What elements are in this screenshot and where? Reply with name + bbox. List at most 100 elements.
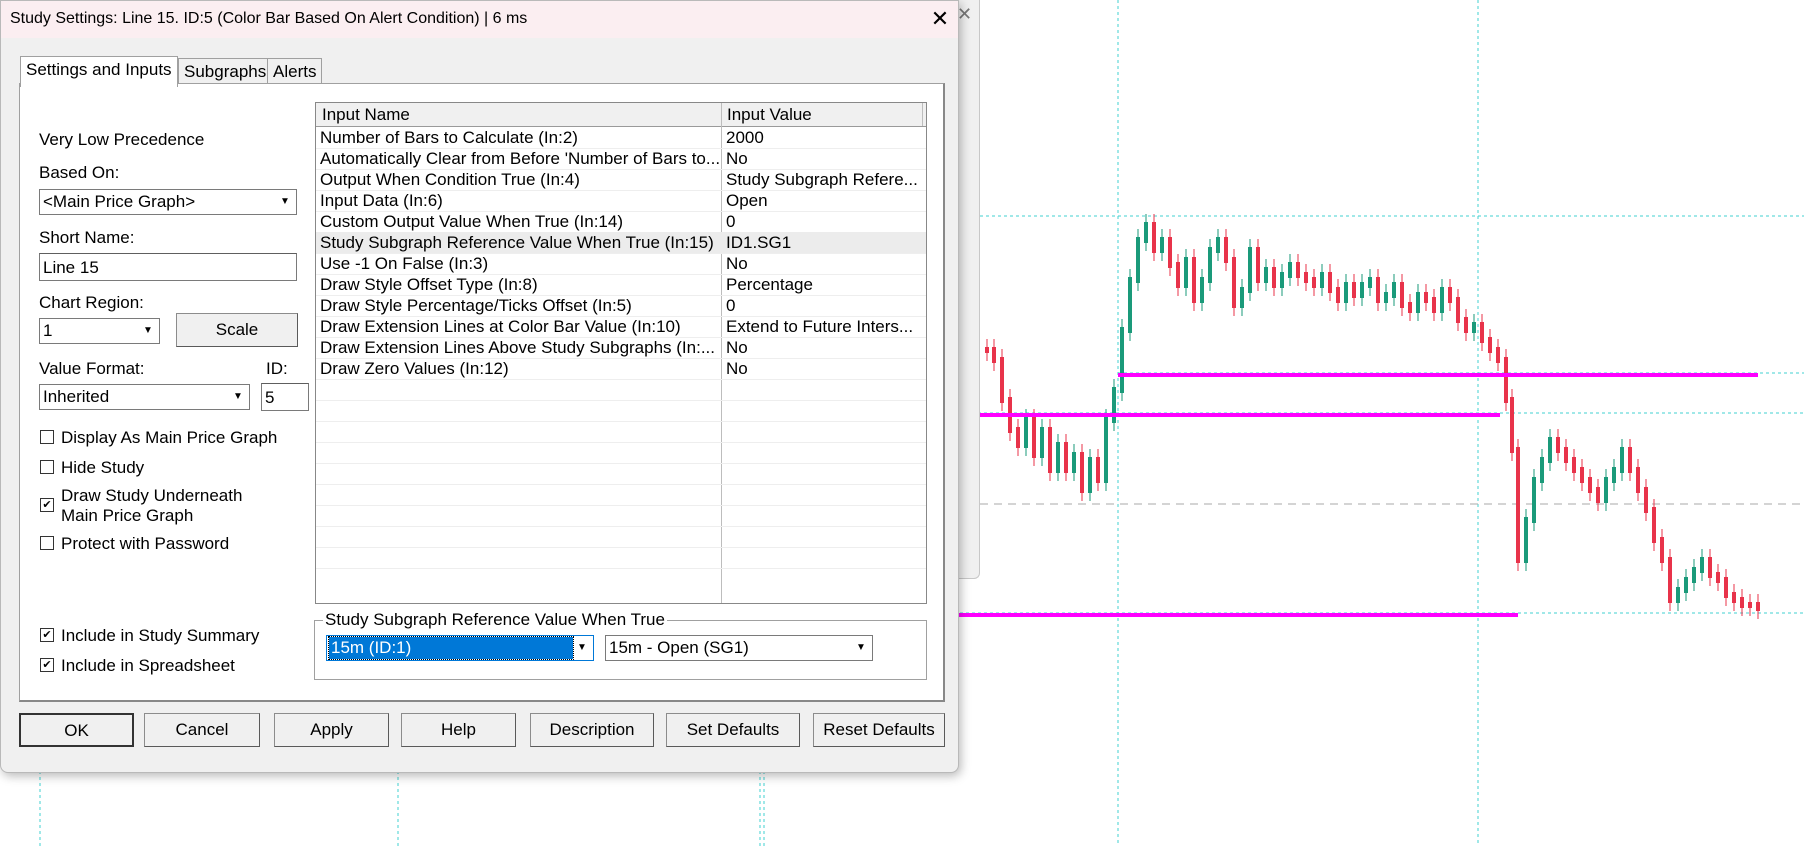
input-value-cell[interactable]: Extend to Future Inters... [726,317,922,337]
include-in-spreadsheet-checkbox[interactable]: ✔ [40,658,54,672]
candle-body [1168,237,1172,268]
candle-body [1120,327,1124,393]
candle-body [1056,442,1060,473]
candle-body [1384,292,1388,303]
candle-body [1104,417,1108,483]
input-value-cell[interactable]: 0 [726,212,922,232]
candle-body [1740,597,1744,608]
tab-alerts[interactable]: Alerts [267,58,323,85]
based-on-select[interactable]: <Main Price Graph> ▼ [39,189,297,215]
display-as-main-price-graph-checkbox[interactable] [40,430,54,444]
table-row[interactable] [316,442,926,464]
table-row[interactable] [316,421,926,443]
hide-study-checkbox[interactable] [40,460,54,474]
chart-region-select[interactable]: 1 ▼ [39,318,160,344]
checkbox-check-icon: ✔ [42,659,52,671]
table-row[interactable]: Draw Extension Lines at Color Bar Value … [316,316,926,338]
tab-subgraphs[interactable]: Subgraphs [178,58,273,85]
header-divider [922,103,923,126]
candle-body [1368,277,1372,288]
table-row[interactable]: Input Data (In:6) Open [316,190,926,212]
column-header-input-value[interactable]: Input Value [727,105,812,125]
input-value-cell[interactable]: Percentage [726,275,922,295]
table-row[interactable]: Draw Extension Lines Above Study Subgrap… [316,337,926,359]
input-value-cell[interactable]: No [726,359,922,379]
table-row[interactable] [316,505,926,527]
short-name-label: Short Name: [39,228,135,247]
candle-body [1480,322,1484,343]
column-header-input-name[interactable]: Input Name [322,105,410,125]
input-name-cell: Study Subgraph Reference Value When True… [320,233,714,252]
reset-defaults-button[interactable]: Reset Defaults [813,713,945,747]
candle-body [1392,282,1396,298]
table-row[interactable]: Draw Style Percentage/Ticks Offset (In:5… [316,295,926,317]
candle-body [1072,452,1076,473]
reference-study-select[interactable]: 15m (ID:1) ▼ [326,635,594,661]
input-value-cell[interactable]: 0 [726,296,922,316]
table-row[interactable]: Draw Zero Values (In:12) No [316,358,926,380]
candle-body [1660,537,1664,563]
cancel-button[interactable]: Cancel [144,713,260,747]
candle-body [1200,277,1204,303]
ok-button[interactable]: OK [19,713,134,747]
candle-body [1152,222,1156,253]
candle-body [1344,282,1348,303]
table-row[interactable]: Use -1 On False (In:3) No [316,253,926,275]
include-in-study-summary-label: Include in Study Summary [61,626,260,645]
candle-body [1376,277,1380,303]
set-defaults-button[interactable]: Set Defaults [666,713,800,747]
draw-underneath-checkbox[interactable]: ✔ [40,498,54,512]
chevron-down-icon: ▼ [856,642,866,653]
table-row[interactable] [316,547,926,569]
input-value-cell[interactable]: Study Subgraph Refere... [726,170,922,190]
hide-study-label: Hide Study [61,458,145,477]
table-row[interactable] [316,484,926,506]
candle-body [1668,557,1672,603]
candle-body [1320,272,1324,288]
table-row[interactable]: Draw Style Offset Type (In:8) Percentage [316,274,926,296]
table-row[interactable]: Automatically Clear from Before 'Number … [316,148,926,170]
value-format-select[interactable]: Inherited ▼ [39,384,250,410]
candle-body [1240,287,1244,308]
inputs-table[interactable]: Input Name Input Value Number of Bars to… [315,102,927,604]
input-name-cell: Automatically Clear from Before 'Number … [320,149,720,168]
table-row[interactable] [316,463,926,485]
input-value-cell[interactable]: No [726,254,922,274]
candle-body [1024,417,1028,448]
description-button[interactable]: Description [530,713,654,747]
protect-with-password-label: Protect with Password [61,534,230,553]
candle-body [1756,602,1760,611]
input-value-cell[interactable]: No [726,149,922,169]
close-icon[interactable]: ✕ [927,5,953,33]
candle-body [1588,477,1592,493]
candle-body [1732,592,1736,603]
table-row[interactable]: Output When Condition True (In:4) Study S… [316,169,926,191]
table-row[interactable] [316,379,926,401]
include-in-study-summary-checkbox[interactable]: ✔ [40,628,54,642]
input-value-cell[interactable]: No [726,338,922,358]
scale-button[interactable]: Scale [176,313,298,347]
chevron-down-icon: ▼ [233,391,243,402]
input-value-cell[interactable]: ID1.SG1 [726,233,922,253]
short-name-field[interactable]: Line 15 [39,253,297,281]
reference-subgraph-select[interactable]: 15m - Open (SG1) ▼ [605,635,873,661]
help-button[interactable]: Help [401,713,516,747]
apply-button[interactable]: Apply [274,713,389,747]
protect-with-password-checkbox[interactable] [40,536,54,550]
candle-body [1628,447,1632,473]
table-row[interactable] [316,526,926,548]
table-row[interactable]: Study Subgraph Reference Value When True… [316,232,926,254]
tab-settings-and-inputs[interactable]: Settings and Inputs [20,56,178,87]
candle-body [1612,467,1616,483]
background-close-icon: ✕ [957,4,973,24]
candle-body [1224,237,1228,263]
candle-body [1652,507,1656,543]
input-value-cell[interactable]: Open [726,191,922,211]
title-bar[interactable]: Study Settings: Line 15. ID:5 (Color Bar… [1,1,958,38]
id-field[interactable]: 5 [261,383,309,411]
table-row[interactable] [316,400,926,422]
table-row[interactable]: Number of Bars to Calculate (In:2) 2000 [316,127,926,149]
candle-body [1448,287,1452,303]
input-value-cell[interactable]: 2000 [726,128,922,148]
table-row[interactable]: Custom Output Value When True (In:14) 0 [316,211,926,233]
